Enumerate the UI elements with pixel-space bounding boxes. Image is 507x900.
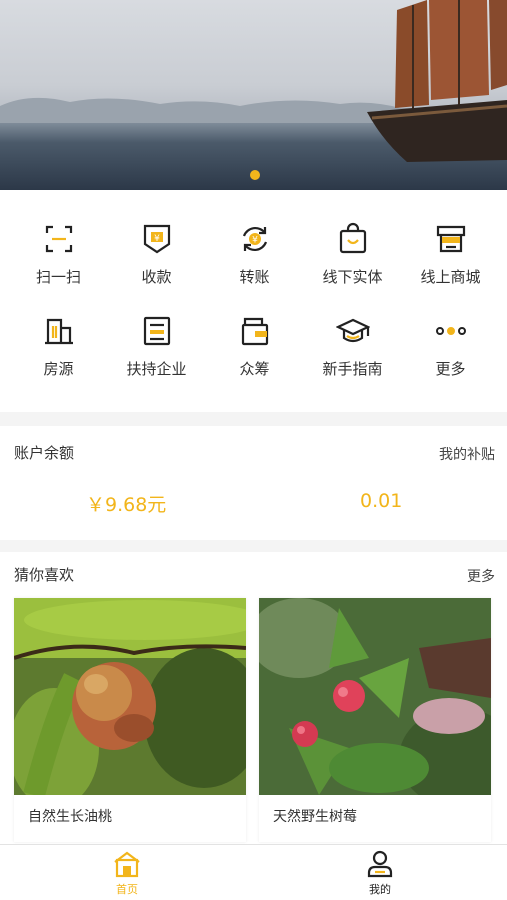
grid-item-support-enterprise[interactable]: 扶持企业 bbox=[106, 302, 207, 382]
shopping-bag-icon bbox=[339, 222, 366, 254]
recommend-title: 猜你喜欢 bbox=[14, 566, 75, 584]
grid-item-housing[interactable]: 房源 bbox=[8, 302, 109, 382]
grid-item-label: 房源 bbox=[43, 360, 74, 378]
grid-item-crowdfunding[interactable]: 众筹 bbox=[204, 302, 305, 382]
transfer-icon: ¥ bbox=[242, 226, 267, 252]
grid-item-label: 众筹 bbox=[239, 360, 270, 378]
my-subsidy-link[interactable]: 我的补贴 bbox=[439, 444, 495, 464]
grid-item-transfer[interactable]: ¥ 转账 bbox=[204, 210, 305, 290]
carousel-indicator-dot[interactable] bbox=[250, 170, 260, 180]
subsidy-amount: 0.01 bbox=[360, 490, 403, 512]
feature-grid: 扫一扫 ¥ 收款 ¥ 转账 线下实体 线上商城 房源 扶持企业 众筹 新手指南 … bbox=[0, 190, 507, 412]
wallet-icon bbox=[241, 317, 268, 346]
grid-item-label: 更多 bbox=[435, 360, 466, 378]
grid-item-scan[interactable]: 扫一扫 bbox=[8, 210, 109, 290]
grid-item-offline[interactable]: 线下实体 bbox=[302, 210, 403, 290]
receive-money-icon: ¥ bbox=[143, 224, 170, 254]
svg-text:¥: ¥ bbox=[154, 234, 160, 244]
grid-item-online-mall[interactable]: 线上商城 bbox=[400, 210, 501, 290]
svg-text:¥: ¥ bbox=[252, 236, 258, 246]
product-name: 天然野生树莓 bbox=[273, 809, 357, 825]
tab-home-label: 首页 bbox=[116, 883, 138, 896]
user-icon bbox=[367, 850, 393, 878]
grid-item-label: 转账 bbox=[239, 268, 270, 286]
graduation-cap-icon bbox=[335, 318, 370, 343]
grid-item-label: 扫一扫 bbox=[35, 268, 81, 286]
grid-item-label: 新手指南 bbox=[322, 360, 383, 378]
grid-item-label: 线下实体 bbox=[322, 268, 383, 286]
tab-home[interactable]: 首页 bbox=[87, 849, 167, 897]
document-icon bbox=[143, 316, 170, 346]
store-icon bbox=[436, 225, 465, 253]
product-name: 自然生长油桃 bbox=[28, 809, 112, 825]
tab-mine[interactable]: 我的 bbox=[340, 849, 420, 897]
grid-item-label: 扶持企业 bbox=[126, 360, 187, 378]
grid-item-more[interactable]: 更多 bbox=[400, 302, 501, 382]
banner-carousel[interactable] bbox=[0, 0, 507, 190]
account-balance-card: 账户余额 我的补贴 ￥9.68元 0.01 bbox=[0, 426, 507, 540]
product-card[interactable]: 自然生长油桃 bbox=[14, 598, 246, 842]
more-dots-icon bbox=[435, 327, 466, 335]
product-card[interactable]: 天然野生树莓 bbox=[259, 598, 491, 842]
grid-item-label: 收款 bbox=[141, 268, 172, 286]
grid-item-label: 线上商城 bbox=[420, 268, 481, 286]
tab-mine-label: 我的 bbox=[369, 883, 391, 896]
grid-item-beginner-guide[interactable]: 新手指南 bbox=[302, 302, 403, 382]
raspberry-photo bbox=[259, 598, 491, 795]
home-icon bbox=[114, 851, 140, 878]
grid-item-receive[interactable]: ¥ 收款 bbox=[106, 210, 207, 290]
building-icon bbox=[44, 318, 73, 345]
nectarine-photo bbox=[14, 598, 246, 795]
balance-title: 账户余额 bbox=[14, 444, 75, 462]
recommend-section: 猜你喜欢 更多 自然生长油桃 天然野生树莓 bbox=[0, 552, 507, 844]
recommend-more-link[interactable]: 更多 bbox=[467, 566, 495, 586]
scan-icon bbox=[45, 225, 72, 253]
sailing-ship-illustration bbox=[367, 0, 507, 162]
balance-amount: ￥9.68元 bbox=[86, 494, 167, 516]
bottom-tab-bar: 首页 我的 bbox=[0, 844, 507, 900]
